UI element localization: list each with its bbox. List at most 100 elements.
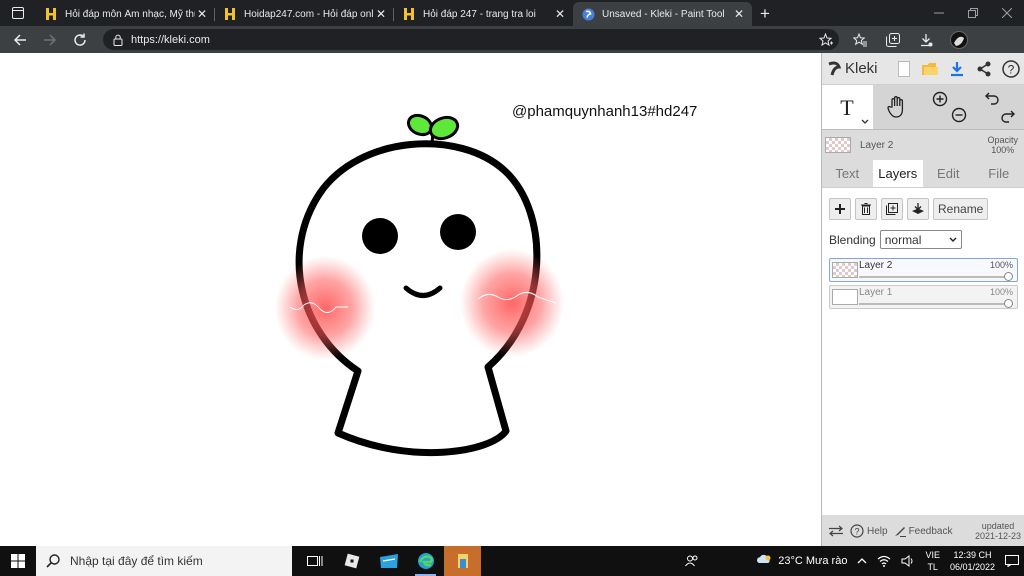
browser-tab[interactable]: Hoidap247.com - Hỏi đáp online ✕ [215, 2, 394, 26]
reload-button[interactable] [65, 26, 95, 53]
layer-thumbnail [825, 137, 851, 153]
notifications-button[interactable] [1000, 546, 1024, 576]
taskbar-search-box[interactable]: Nhập tại đây để tìm kiếm [36, 546, 292, 576]
chevron-up-icon [857, 558, 867, 564]
download-icon [951, 61, 964, 76]
zoom-in-icon[interactable] [932, 91, 948, 107]
weather-widget[interactable]: 23°C Mưa rào [750, 546, 852, 576]
screen: Hỏi đáp môn Âm nhạc, Mỹ thuật ✕ Hoidap24… [0, 0, 1024, 576]
blending-value: normal [884, 232, 922, 247]
lang-bottom: TL [927, 562, 938, 572]
layer-row-layer-2[interactable]: Layer 2 100% [829, 258, 1018, 282]
feedback-link[interactable]: Feedback [894, 525, 953, 537]
hand-icon [887, 96, 903, 118]
taskbar-app-active[interactable] [444, 546, 481, 576]
undo-icon[interactable] [984, 91, 1000, 105]
kleki-side-panel: Kleki ? T Layer 2 Opacity 100% Text Laye… [821, 53, 1024, 546]
layer-opacity-handle[interactable] [1004, 299, 1013, 308]
swap-side-button[interactable] [828, 525, 844, 537]
zoom-out-icon[interactable] [951, 107, 967, 123]
hand-tool-button[interactable] [873, 85, 924, 129]
tab-title: Unsaved - Kleki - Paint Tool [602, 8, 725, 20]
blending-select[interactable]: normal [879, 230, 962, 249]
layer-opacity: 100% [989, 287, 1013, 297]
tab-actions-icon [12, 7, 24, 19]
star-add-icon[interactable] [819, 32, 833, 47]
reload-icon [74, 33, 86, 46]
layer-row-layer-1[interactable]: Layer 1 100% [829, 285, 1018, 309]
taskbar-app-roblox[interactable] [333, 546, 370, 576]
add-layer-button[interactable] [829, 198, 851, 220]
profile-button[interactable] [942, 26, 975, 53]
taskbar-app-edge[interactable] [407, 546, 444, 576]
file-explorer-icon [457, 554, 468, 568]
tab-text[interactable]: Text [822, 160, 873, 187]
close-icon[interactable]: ✕ [732, 7, 746, 21]
browser-tab-active[interactable]: Unsaved - Kleki - Paint Tool ✕ [573, 2, 752, 26]
volume-button[interactable] [896, 546, 920, 576]
text-tool-button[interactable]: T [822, 85, 873, 129]
layer-opacity-slider[interactable] [859, 276, 1013, 278]
tray-overflow-button[interactable] [852, 546, 872, 576]
kleki-logo[interactable]: Kleki [827, 60, 890, 77]
new-tab-button[interactable]: + [752, 2, 778, 26]
opacity-label: Opacity [987, 135, 1018, 145]
trash-icon [861, 203, 871, 215]
drawing-canvas[interactable]: @phamquynhanh13#hd247 [0, 53, 821, 546]
help-link[interactable]: ? Help [850, 524, 888, 538]
close-icon[interactable]: ✕ [553, 7, 567, 21]
people-button[interactable] [680, 546, 704, 576]
text-tool-icon: T [841, 95, 855, 119]
collections-button[interactable] [876, 26, 909, 53]
close-icon[interactable]: ✕ [374, 7, 388, 21]
close-icon[interactable]: ✕ [195, 7, 209, 21]
close-window-button[interactable] [990, 0, 1024, 26]
feedback-label: Feedback [908, 525, 953, 537]
updated-label: updated [981, 521, 1015, 531]
merge-layer-button[interactable] [907, 198, 929, 220]
collections-icon [885, 32, 900, 47]
save-button[interactable] [944, 55, 971, 83]
roblox-icon [344, 553, 359, 569]
new-image-button[interactable] [890, 55, 917, 83]
task-view-button[interactable] [296, 546, 333, 576]
network-button[interactable] [872, 546, 896, 576]
minimize-button[interactable] [922, 0, 956, 26]
edge-icon [417, 553, 434, 569]
delete-layer-button[interactable] [855, 198, 877, 220]
tab-actions-button[interactable] [0, 0, 36, 26]
favorites-button[interactable] [843, 26, 876, 53]
address-bar[interactable]: https://kleki.com [103, 29, 839, 50]
opacity-value: 100% [991, 145, 1015, 155]
restore-button[interactable] [956, 0, 990, 26]
tab-edit[interactable]: Edit [923, 160, 974, 187]
open-button[interactable] [917, 55, 944, 83]
layer-opacity-handle[interactable] [1004, 272, 1013, 281]
tab-layers[interactable]: Layers [872, 160, 923, 187]
language-indicator[interactable]: VIE TL [920, 546, 945, 576]
search-placeholder: Nhập tại đây để tìm kiếm [70, 554, 203, 568]
redo-icon[interactable] [1000, 109, 1016, 123]
rename-layer-button[interactable]: Rename [933, 198, 989, 220]
browser-tab[interactable]: Hỏi đáp 247 - trang tra loi ✕ [394, 2, 573, 26]
svg-text:T: T [841, 95, 855, 119]
taskbar-app-store[interactable] [370, 546, 407, 576]
share-button[interactable] [971, 55, 998, 83]
chevron-down-icon[interactable] [861, 119, 869, 125]
forward-button[interactable] [35, 26, 65, 53]
layer-name: Layer 2 [859, 260, 893, 271]
chibi-ghost-drawing [275, 113, 564, 457]
start-button[interactable] [0, 546, 36, 576]
tab-file[interactable]: File [974, 160, 1024, 187]
back-button[interactable] [5, 26, 35, 53]
layer-opacity-slider[interactable] [859, 303, 1013, 305]
downloads-button[interactable] [909, 26, 942, 53]
browser-tab[interactable]: Hỏi đáp môn Âm nhạc, Mỹ thuật ✕ [36, 2, 215, 26]
duplicate-layer-button[interactable] [881, 198, 903, 220]
version-info[interactable]: updated 2021-12-23 [975, 521, 1024, 541]
windows-taskbar: Nhập tại đây để tìm kiếm 23°C Mưa rào VI… [0, 546, 1024, 576]
tab-title: Hoidap247.com - Hỏi đáp online [244, 8, 374, 20]
help-button[interactable]: ? [997, 55, 1024, 83]
new-file-icon [897, 60, 910, 77]
clock[interactable]: 12:39 CH 06/01/2022 [945, 546, 1000, 576]
